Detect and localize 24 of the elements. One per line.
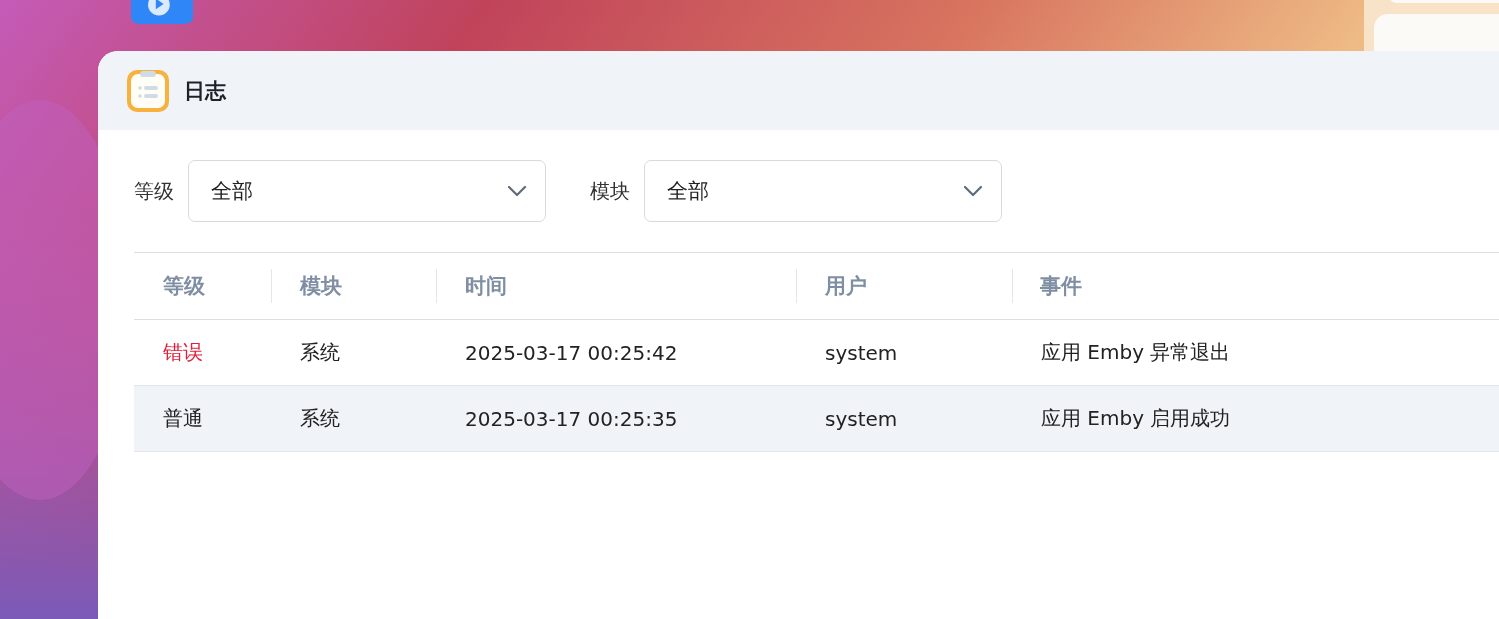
- column-header: 事件: [1040, 273, 1082, 300]
- chevron-down-icon: [507, 185, 527, 197]
- table-cell: system: [825, 406, 898, 431]
- level-text: 错误: [163, 339, 203, 366]
- table-cell: 2025-03-17 00:25:35: [465, 406, 678, 431]
- filter-label: 等级: [134, 177, 174, 205]
- table-cell: 系统: [300, 405, 340, 432]
- filter-dropdown[interactable]: 全部: [188, 160, 546, 222]
- table-row[interactable]: 普通 系统 2025-03-17 00:25:35 system 应用 Emby 启用成功: [134, 386, 1499, 452]
- level-text: 普通: [163, 405, 203, 432]
- clipboard-list-icon: [126, 68, 170, 113]
- table-cell: 系统: [300, 339, 340, 366]
- column-header: 等级: [163, 273, 205, 300]
- chevron-down-icon: [963, 185, 983, 197]
- filter-label: 模块: [590, 177, 630, 205]
- table-cell: 应用 Emby 异常退出: [1041, 339, 1231, 366]
- table-cell: 应用 Emby 启用成功: [1041, 405, 1231, 432]
- filter-dropdown[interactable]: 全部: [644, 160, 1002, 222]
- table-cell: 2025-03-17 00:25:42: [465, 340, 678, 365]
- window-title: 日志: [184, 77, 226, 105]
- column-header: 模块: [300, 273, 342, 300]
- column-header: 用户: [825, 273, 867, 300]
- column-header: 时间: [465, 273, 507, 300]
- table-cell: system: [825, 340, 898, 365]
